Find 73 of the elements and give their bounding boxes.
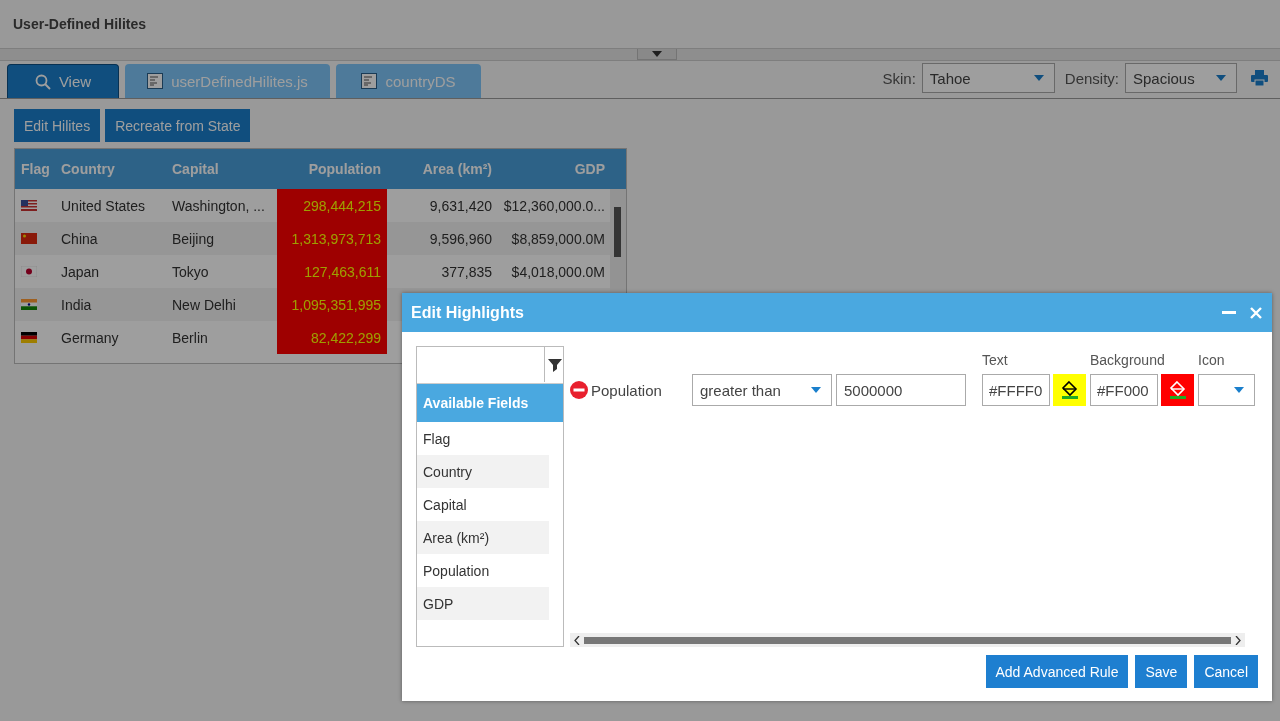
operator-dropdown[interactable]: greater than: [692, 374, 832, 406]
field-item[interactable]: Area (km²): [417, 521, 549, 554]
dialog-button[interactable]: Save: [1135, 655, 1188, 688]
icon-dropdown[interactable]: [1198, 374, 1255, 406]
caret-icon: [1216, 75, 1226, 81]
tab[interactable]: View: [7, 64, 119, 98]
text-color-field[interactable]: #FFFF0: [982, 374, 1050, 406]
table-cell-text: New Delhi: [171, 295, 237, 315]
list-header: Available Fields: [417, 384, 563, 422]
table-cell-text: United States: [60, 196, 147, 216]
toolbar-button[interactable]: Recreate from State: [105, 109, 251, 142]
field-item[interactable]: Country: [417, 455, 549, 488]
background-color-picker[interactable]: [1161, 374, 1194, 406]
skin-dropdown[interactable]: Tahoe: [921, 63, 1055, 93]
field-item[interactable]: Flag: [417, 422, 549, 455]
caret-icon: [652, 51, 662, 57]
table-cell-text: Washington, ...: [171, 196, 266, 216]
table-cell-text: $4,018,000.0M: [510, 262, 606, 282]
density-dropdown[interactable]: Spacious: [1125, 63, 1237, 93]
table-cell-text: $12,360,000.0...: [502, 196, 606, 216]
scroll-left-icon[interactable]: [574, 635, 580, 645]
collapse-handle[interactable]: [637, 49, 677, 60]
caret-icon: [1234, 387, 1244, 393]
document-icon: [147, 73, 164, 89]
dialog-button[interactable]: Cancel: [1194, 655, 1258, 688]
document-icon: [361, 73, 378, 89]
table-cell-text: 377,835: [440, 262, 493, 282]
table-cell: 1,095,351,995: [277, 288, 387, 321]
search-icon: [34, 73, 51, 90]
caret-icon: [811, 387, 821, 393]
table-cell-text: Tokyo: [171, 262, 210, 282]
toolbar-button[interactable]: Edit Hilites: [14, 109, 101, 142]
table-cell-text: Germany: [60, 328, 120, 348]
scrollbar[interactable]: [570, 633, 1245, 647]
icon-label: Icon: [1198, 352, 1226, 370]
close-icon[interactable]: [1250, 306, 1262, 319]
dialog-title: Edit Highlights: [411, 303, 524, 322]
table-cell-text: China: [60, 229, 99, 249]
table-cell: 127,463,611: [277, 255, 387, 288]
remove-icon[interactable]: [570, 381, 588, 399]
column-header[interactable]: Area (km²): [387, 161, 498, 177]
column-header[interactable]: Country: [55, 161, 166, 177]
text-color-picker[interactable]: [1053, 374, 1086, 406]
column-header[interactable]: Flag: [15, 161, 55, 177]
column-header[interactable]: GDP: [498, 161, 611, 177]
background-color-field[interactable]: #FF000: [1090, 374, 1158, 406]
table-cell-text: Japan: [60, 262, 101, 282]
caret-icon: [1033, 75, 1044, 81]
skin-label: Skin:: [882, 69, 916, 87]
page-title: User-Defined Hilites: [13, 16, 147, 32]
table-cell: 82,422,299: [277, 321, 387, 354]
table-cell: 298,444,215: [277, 189, 387, 222]
table-cell-text: India: [60, 295, 93, 315]
print-icon[interactable]: [1251, 70, 1268, 86]
table-cell-text: $8,859,000.0M: [510, 229, 606, 249]
field-item[interactable]: Capital: [417, 488, 549, 521]
scroll-right-icon[interactable]: [1235, 635, 1241, 645]
table-cell-text: Berlin: [171, 328, 209, 348]
table-cell-text: Beijing: [171, 229, 216, 249]
table-cell: 1,313,973,713: [277, 222, 387, 255]
column-header[interactable]: Capital: [166, 161, 277, 177]
text-color-label: Text: [982, 352, 1009, 370]
value-field[interactable]: 5000000: [836, 374, 966, 406]
dialog-button[interactable]: Add Advanced Rule: [985, 655, 1129, 688]
rule-field-name: Population: [591, 381, 662, 399]
density-label: Density:: [1064, 69, 1119, 87]
column-header[interactable]: Population: [277, 161, 387, 177]
table-cell-text: 9,596,960: [428, 229, 493, 249]
field-item[interactable]: GDP: [417, 587, 549, 620]
background-color-label: Background: [1090, 352, 1166, 370]
table-cell-text: 9,631,420: [428, 196, 493, 216]
field-item[interactable]: Population: [417, 554, 549, 587]
funnel-icon[interactable]: [547, 357, 563, 373]
